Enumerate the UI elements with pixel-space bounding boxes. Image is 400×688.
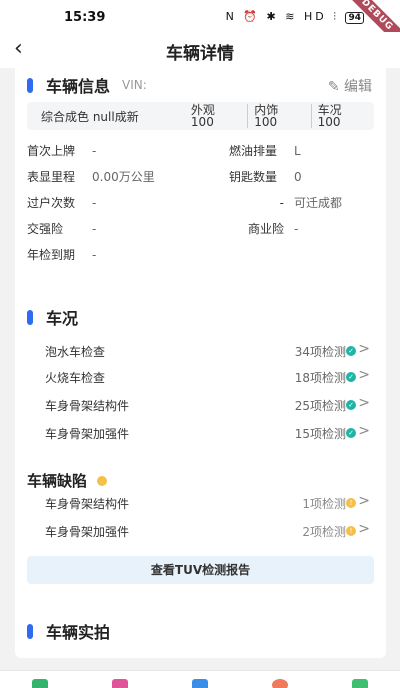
field-label: 首次上牌 xyxy=(27,144,76,158)
interior-score: 内饰 100 xyxy=(247,104,310,128)
photos-header: 车辆实拍 xyxy=(27,620,110,642)
check-count: 25项检测 xyxy=(294,399,346,413)
check-name: 火烧车检查 xyxy=(45,371,106,385)
vehicle-info-header: 车辆信息 VIN: xyxy=(27,74,147,96)
field-transfer-area: - 可迁成都 xyxy=(229,194,342,211)
field-first-registration: 首次上牌 - xyxy=(27,142,96,159)
field-value: - xyxy=(92,248,97,262)
photos-title: 车辆实拍 xyxy=(46,623,111,642)
check-icon: ✓ xyxy=(346,346,356,356)
warning-icon: ! xyxy=(346,526,356,536)
defects-header: 车辆缺陷 xyxy=(27,470,108,491)
check-row-reinforcement[interactable]: 车身骨架加强件 15项检测 ✓ > xyxy=(15,420,386,446)
condition-score: 车况 100 xyxy=(310,104,374,128)
check-name: 车身骨架结构件 xyxy=(45,399,130,413)
share-icon[interactable] xyxy=(352,679,368,688)
chevron-right-icon: > xyxy=(358,341,370,357)
tag-icon[interactable] xyxy=(272,679,288,688)
status-time: 15:39 xyxy=(64,10,106,25)
field-label: 表显里程 xyxy=(27,170,76,184)
defect-name: 车身骨架加强件 xyxy=(45,525,130,539)
tuv-report-button[interactable]: 查看TUV检测报告 xyxy=(27,556,374,584)
chevron-right-icon: > xyxy=(358,493,370,509)
field-mileage: 表显里程 0.00万公里 xyxy=(27,168,155,185)
check-count: 15项检测 xyxy=(294,427,346,441)
section-accent-bar xyxy=(27,77,33,93)
field-value: - xyxy=(92,144,97,158)
overall-condition: 综合成色 null成新 xyxy=(41,109,139,124)
defects-title: 车辆缺陷 xyxy=(27,472,88,490)
edit-button[interactable]: ✎ 编辑 xyxy=(328,76,372,96)
check-name: 泡水车检查 xyxy=(45,345,106,359)
field-value: - xyxy=(92,222,97,236)
check-icon: ✓ xyxy=(346,372,356,382)
field-label: - xyxy=(279,196,284,210)
field-value: 0.00万公里 xyxy=(92,170,155,184)
field-label: 过户次数 xyxy=(27,196,76,210)
check-name: 车身骨架加强件 xyxy=(45,427,130,441)
battery-icon: 94 xyxy=(345,12,364,24)
field-inspection-due: 年检到期 - xyxy=(27,246,96,263)
chevron-right-icon: > xyxy=(358,521,370,537)
defect-row-reinforcement[interactable]: 车身骨架加强件 2项检测 ! > xyxy=(15,518,386,544)
check-row-structure[interactable]: 车身骨架结构件 25项检测 ✓ > xyxy=(15,392,386,418)
app-bar: ‹ 车辆详情 xyxy=(0,32,400,68)
chevron-right-icon: > xyxy=(358,423,370,439)
condition-summary: 综合成色 null成新 外观 100 内饰 100 车况 100 xyxy=(27,102,374,130)
field-displacement: 燃油排量 L xyxy=(229,142,301,159)
field-label: 交强险 xyxy=(27,222,64,236)
status-icons-text: N ⏰ ✱ ≋ HD ⫶ xyxy=(225,10,339,23)
field-value: - xyxy=(92,196,97,210)
status-bar: 15:39 N ⏰ ✱ ≋ HD ⫶ 94 DEBUG xyxy=(0,0,400,52)
field-value: 可迁成都 xyxy=(294,196,343,210)
condition-header: 车况 xyxy=(27,306,78,328)
vehicle-info-title: 车辆信息 xyxy=(46,77,111,96)
field-label: 燃油排量 xyxy=(229,144,278,158)
condition-card: 车况 泡水车检查 34项检测 ✓ > 火烧车检查 18项检测 ✓ > 车身骨架结… xyxy=(15,296,386,658)
defect-row-structure[interactable]: 车身骨架结构件 1项检测 ! > xyxy=(15,490,386,516)
section-accent-bar xyxy=(27,309,33,325)
field-label: 年检到期 xyxy=(27,248,76,262)
check-count: 34项检测 xyxy=(294,345,346,359)
field-key-count: 钥匙数量 0 xyxy=(229,168,302,185)
pen-icon[interactable] xyxy=(112,679,128,688)
field-value: L xyxy=(294,144,301,158)
bottom-tab-bar xyxy=(0,670,400,688)
field-label: 商业险 xyxy=(247,222,284,236)
field-value: - xyxy=(294,222,299,236)
section-accent-bar xyxy=(27,623,33,639)
warning-icon xyxy=(97,475,108,486)
chevron-right-icon: > xyxy=(358,395,370,411)
defect-count: 1项检测 xyxy=(302,497,346,511)
field-label: 钥匙数量 xyxy=(229,170,278,184)
status-icons: N ⏰ ✱ ≋ HD ⫶ 94 xyxy=(226,10,364,24)
clipboard-icon[interactable] xyxy=(32,679,48,688)
field-commercial-insurance: 商业险 - xyxy=(229,220,298,237)
photos-card: 车辆实拍 xyxy=(15,608,386,656)
check-row-flood[interactable]: 泡水车检查 34项检测 ✓ > xyxy=(15,338,386,364)
field-transfer-count: 过户次数 - xyxy=(27,194,96,211)
chevron-right-icon: > xyxy=(358,367,370,383)
scroll-content[interactable]: 车辆信息 VIN: ✎ 编辑 综合成色 null成新 外观 100 内饰 100… xyxy=(0,68,400,670)
defect-count: 2项检测 xyxy=(302,525,346,539)
check-row-fire[interactable]: 火烧车检查 18项检测 ✓ > xyxy=(15,364,386,390)
condition-title: 车况 xyxy=(46,309,79,328)
field-compulsory-insurance: 交强险 - xyxy=(27,220,96,237)
check-icon: ✓ xyxy=(346,400,356,410)
page-title: 车辆详情 xyxy=(166,44,234,64)
warning-icon: ! xyxy=(346,498,356,508)
defect-name: 车身骨架结构件 xyxy=(45,497,130,511)
field-value: 0 xyxy=(294,170,302,184)
vin-label: VIN: xyxy=(122,78,147,92)
image-icon[interactable] xyxy=(192,679,208,688)
check-count: 18项检测 xyxy=(294,371,346,385)
check-icon: ✓ xyxy=(346,428,356,438)
exterior-score: 外观 100 xyxy=(190,103,215,129)
